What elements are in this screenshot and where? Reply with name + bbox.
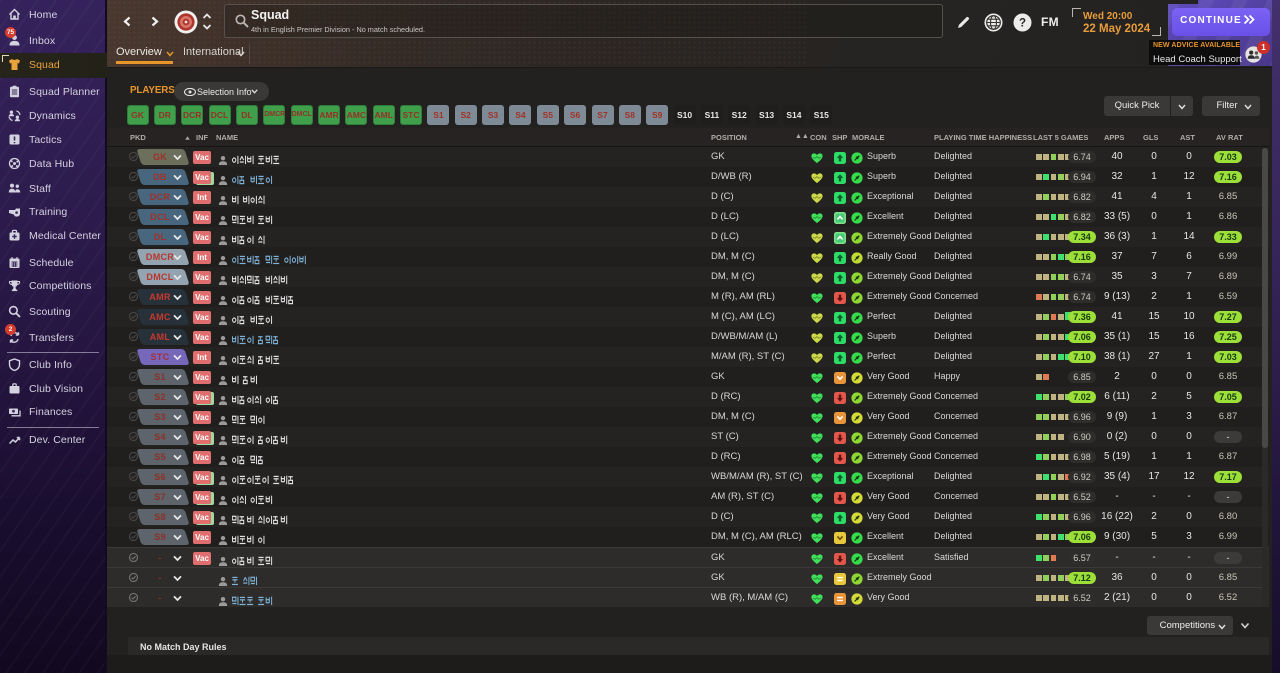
svg-text:?: ? [1019,18,1026,30]
